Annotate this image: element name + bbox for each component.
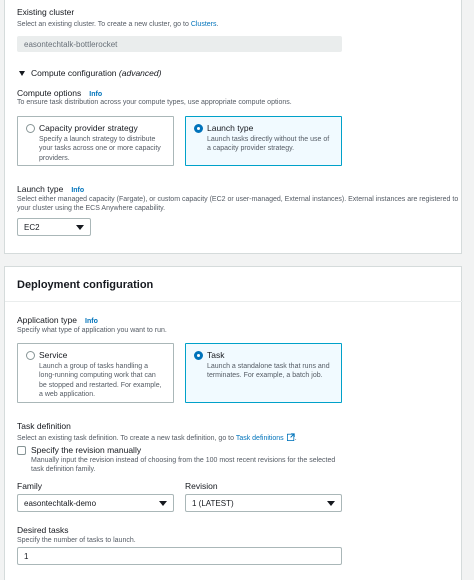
application-type-label: Application type (17, 315, 78, 325)
specify-revision-desc-2: task definition family. (31, 466, 96, 473)
family-select[interactable]: easontechtalk-demo (17, 494, 174, 512)
deployment-configuration-title: Deployment configuration (17, 279, 154, 291)
desired-tasks-input[interactable]: 1 (17, 547, 342, 565)
deployment-configuration-panel: Deployment configuration Application typ… (4, 266, 463, 580)
launch-type-option-title: Launch type (207, 123, 254, 133)
application-type-description: Specify what type of application you wan… (17, 327, 167, 334)
existing-cluster-desc-suffix: . (216, 21, 219, 28)
task-definition-label: Task definition (17, 421, 71, 431)
service-option[interactable]: Service Launch a group of tasks handling… (17, 343, 174, 403)
cluster-compute-panel: Existing cluster Select an existing clus… (4, 0, 462, 254)
external-link-icon (286, 433, 295, 441)
specify-revision-label[interactable]: Specify the revision manually (31, 445, 141, 455)
family-value: easontechtalk-demo (24, 498, 97, 508)
launch-type-label: Launch type (17, 184, 64, 194)
launch-type-heading: Launch type Info (17, 184, 84, 194)
existing-cluster-label: Existing cluster (17, 7, 75, 17)
desired-tasks-value: 1 (24, 551, 29, 561)
desired-tasks-description: Specify the number of tasks to launch. (17, 537, 136, 544)
section-divider (5, 301, 463, 302)
caret-down-icon (19, 71, 25, 77)
task-definitions-link[interactable]: Task definitions (235, 433, 295, 442)
dropdown-caret-icon (159, 500, 167, 506)
revision-label: Revision (185, 481, 218, 491)
task-definitions-link-text: Task definitions (235, 435, 284, 442)
launch-type-option[interactable]: Launch type Launch tasks directly withou… (185, 116, 342, 166)
revision-select[interactable]: 1 (LATEST) (185, 494, 342, 512)
service-option-desc: Launch a group of tasks handling a long-… (39, 363, 162, 398)
service-radio[interactable] (26, 351, 35, 360)
capacity-provider-title: Capacity provider strategy (39, 123, 138, 133)
specify-revision-desc-1: Manually input the revision instead of c… (31, 457, 336, 464)
desired-tasks-label: Desired tasks (17, 525, 69, 535)
task-definition-desc-suffix: . (294, 435, 297, 442)
launch-type-select[interactable]: EC2 (17, 218, 91, 236)
task-definition-desc-text: Select an existing task definition. To c… (17, 435, 236, 442)
existing-cluster-value: easontechtalk-bottlerocket (24, 39, 118, 49)
capacity-provider-radio[interactable] (26, 124, 35, 133)
task-option-title: Task (207, 350, 225, 360)
existing-cluster-description: Select an existing cluster. To create a … (17, 21, 218, 28)
application-type-heading: Application type Info (17, 315, 98, 325)
task-option-desc: Launch a standalone task that runs and t… (207, 363, 330, 380)
compute-options-info-link[interactable]: Info (89, 91, 102, 98)
launch-type-option-desc: Launch tasks directly without the use of… (207, 136, 330, 153)
compute-options-heading: Compute options Info (17, 88, 102, 98)
capacity-provider-strategy-option[interactable]: Capacity provider strategy Specify a lau… (17, 116, 174, 166)
revision-value: 1 (LATEST) (192, 498, 234, 508)
compute-configuration-title: Compute configuration (31, 68, 117, 78)
compute-options-label: Compute options (17, 88, 82, 98)
dropdown-caret-icon (327, 500, 335, 506)
capacity-provider-desc: Specify a launch strategy to distribute … (39, 136, 161, 162)
compute-options-description: To ensure task distribution across your … (17, 99, 292, 106)
dropdown-caret-icon (76, 224, 84, 230)
family-label: Family (17, 481, 43, 491)
compute-configuration-qualifier: (advanced) (118, 68, 162, 78)
launch-type-radio[interactable] (194, 124, 203, 133)
task-option[interactable]: Task Launch a standalone task that runs … (185, 343, 342, 403)
clusters-link[interactable]: Clusters (191, 21, 217, 28)
launch-type-description-1: Select either managed capacity (Fargate)… (17, 196, 459, 203)
task-radio[interactable] (194, 351, 203, 360)
launch-type-value: EC2 (24, 222, 40, 232)
task-definition-description: Select an existing task definition. To c… (17, 433, 297, 442)
service-option-title: Service (39, 350, 68, 360)
compute-configuration-toggle[interactable]: Compute configuration (advanced) (19, 68, 161, 78)
existing-cluster-field: easontechtalk-bottlerocket (17, 36, 342, 52)
launch-type-info-link[interactable]: Info (71, 187, 84, 194)
application-type-info-link[interactable]: Info (85, 318, 98, 325)
launch-type-description-2: your cluster using the ECS Anywhere capa… (17, 205, 166, 212)
existing-cluster-desc-text: Select an existing cluster. To create a … (17, 21, 191, 28)
specify-revision-checkbox[interactable] (17, 446, 26, 455)
